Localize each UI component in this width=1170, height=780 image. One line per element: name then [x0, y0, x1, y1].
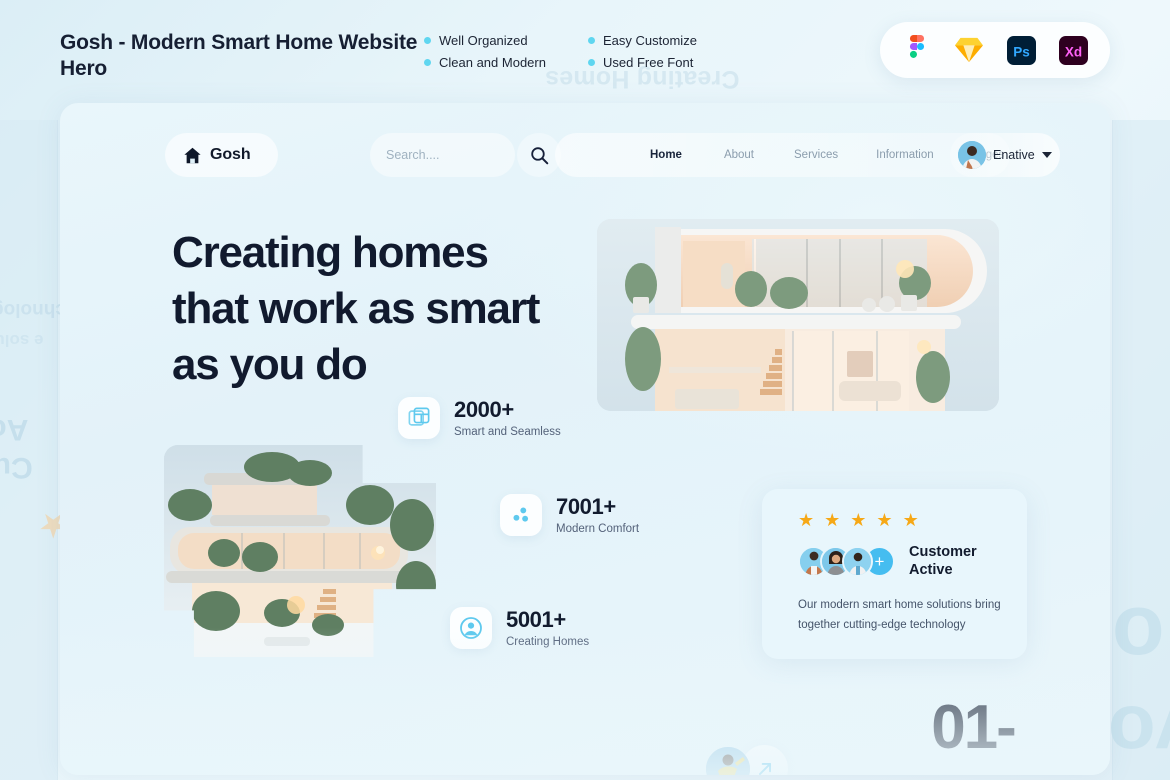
review-title-line-1: Customer: [909, 544, 977, 560]
svg-text:Xd: Xd: [1064, 44, 1081, 59]
stat-number: 2000+: [454, 397, 514, 422]
avatar-stack: +: [798, 545, 895, 577]
review-title: Customer Active: [909, 543, 977, 579]
review-title-line-2: Active: [909, 562, 953, 578]
nav-item-home[interactable]: Home: [650, 149, 682, 161]
stat-label: Smart and Seamless: [454, 426, 561, 438]
review-body-line-1: Our modern smart home solutions bring: [798, 599, 1001, 611]
search-input[interactable]: [386, 148, 499, 162]
star-icon: ★: [902, 510, 919, 530]
stat-modern-comfort: 7001+ Modern Comfort: [500, 494, 639, 536]
stat-number: 7001+: [556, 494, 616, 519]
feature-label: Easy Customize: [603, 33, 697, 48]
nav-item-services[interactable]: Services: [794, 149, 838, 161]
review-body-line-2: together cutting-edge technology: [798, 619, 966, 631]
user-name: Enative: [993, 148, 1035, 162]
photoshop-icon[interactable]: Ps: [1006, 35, 1036, 65]
feature-label: Well Organized: [439, 33, 528, 48]
feature-item: Used Free Font: [588, 55, 697, 70]
feature-item: Easy Customize: [588, 33, 697, 48]
page-root: Creating Homes technolog e soluti Act Cu…: [0, 0, 1170, 780]
numbered-section: 01- MODERN COMFORT AND SEAMLESS: [860, 697, 1086, 775]
search-icon: [530, 146, 548, 164]
lighting-block: From intelligent lighting and climate co…: [706, 745, 829, 775]
feature-item: Well Organized: [424, 33, 588, 48]
customer-row: + Customer Active: [798, 543, 1003, 579]
stat-label: Modern Comfort: [556, 523, 640, 535]
bullet-dot-icon: [424, 37, 431, 44]
chevron-down-icon[interactable]: [1041, 152, 1052, 158]
hero-house-image: [597, 219, 999, 411]
navbar: Gosh Home About Services Information Pag…: [165, 133, 1060, 177]
svg-text:Ps: Ps: [1013, 44, 1030, 59]
sketch-icon[interactable]: [954, 35, 984, 65]
rating-stars: ★ ★ ★ ★ ★: [798, 511, 1003, 529]
layout-grid-icon: [398, 397, 440, 439]
page-title: Gosh - Modern Smart Home Website Hero: [60, 30, 420, 82]
stat-smart-and-seamless: 2000+ Smart and Seamless: [398, 397, 561, 439]
star-icon: ★: [850, 510, 867, 530]
stat-number: 5001+: [506, 607, 566, 632]
hero-headline: Creating homes that work as smart as you…: [172, 225, 592, 393]
ghost-frame-left: [0, 120, 58, 780]
nav-item-about[interactable]: About: [724, 149, 754, 161]
page-title-text: Gosh - Modern Smart Home Website Hero: [60, 31, 418, 80]
feature-label: Clean and Modern: [439, 55, 546, 70]
feature-label: Used Free Font: [603, 55, 694, 70]
logo-text: Gosh: [210, 146, 251, 163]
star-icon: ★: [798, 510, 815, 530]
stat-label: Creating Homes: [506, 636, 590, 648]
hero-card: Gosh Home About Services Information Pag…: [60, 103, 1110, 775]
logo[interactable]: Gosh: [165, 133, 278, 177]
tool-badges: Ps Xd: [880, 22, 1110, 78]
headline-line-3: as you do: [172, 340, 368, 389]
stat-creating-homes: 5001+ Creating Homes: [450, 607, 589, 649]
xd-icon[interactable]: Xd: [1058, 35, 1088, 65]
bullet-dot-icon: [588, 59, 595, 66]
home-icon: [184, 147, 201, 163]
ghost-frame-right: [1112, 120, 1170, 780]
nav-menu: Home About Services Information Pages: [555, 133, 1010, 177]
arrow-up-right-icon: [758, 762, 771, 775]
bullet-dot-icon: [588, 37, 595, 44]
review-body: Our modern smart home solutions bring to…: [798, 595, 1003, 635]
star-icon: ★: [876, 510, 893, 530]
secondary-house-image: [164, 445, 436, 657]
avatar: [958, 141, 986, 169]
figma-icon[interactable]: [902, 35, 932, 65]
dots-cluster-icon: [500, 494, 542, 536]
star-icon: ★: [824, 510, 841, 530]
section-number: 01-: [931, 693, 1017, 762]
user-circle-icon: [450, 607, 492, 649]
user-menu[interactable]: Enative: [950, 133, 1060, 177]
feature-item: Clean and Modern: [424, 55, 588, 70]
search-box[interactable]: [370, 133, 515, 177]
headline-line-2: that work as smart: [172, 284, 540, 333]
feature-list: Well Organized Easy Customize Clean and …: [424, 33, 697, 70]
bullet-dot-icon: [424, 59, 431, 66]
headline-line-1: Creating homes: [172, 228, 489, 277]
lighting-media: [706, 745, 829, 775]
nav-item-information[interactable]: Information: [876, 149, 934, 161]
customer-review-card: ★ ★ ★ ★ ★ + Customer Active Our modern s…: [762, 489, 1027, 659]
avatar: [842, 545, 873, 577]
avatar: [706, 746, 750, 775]
